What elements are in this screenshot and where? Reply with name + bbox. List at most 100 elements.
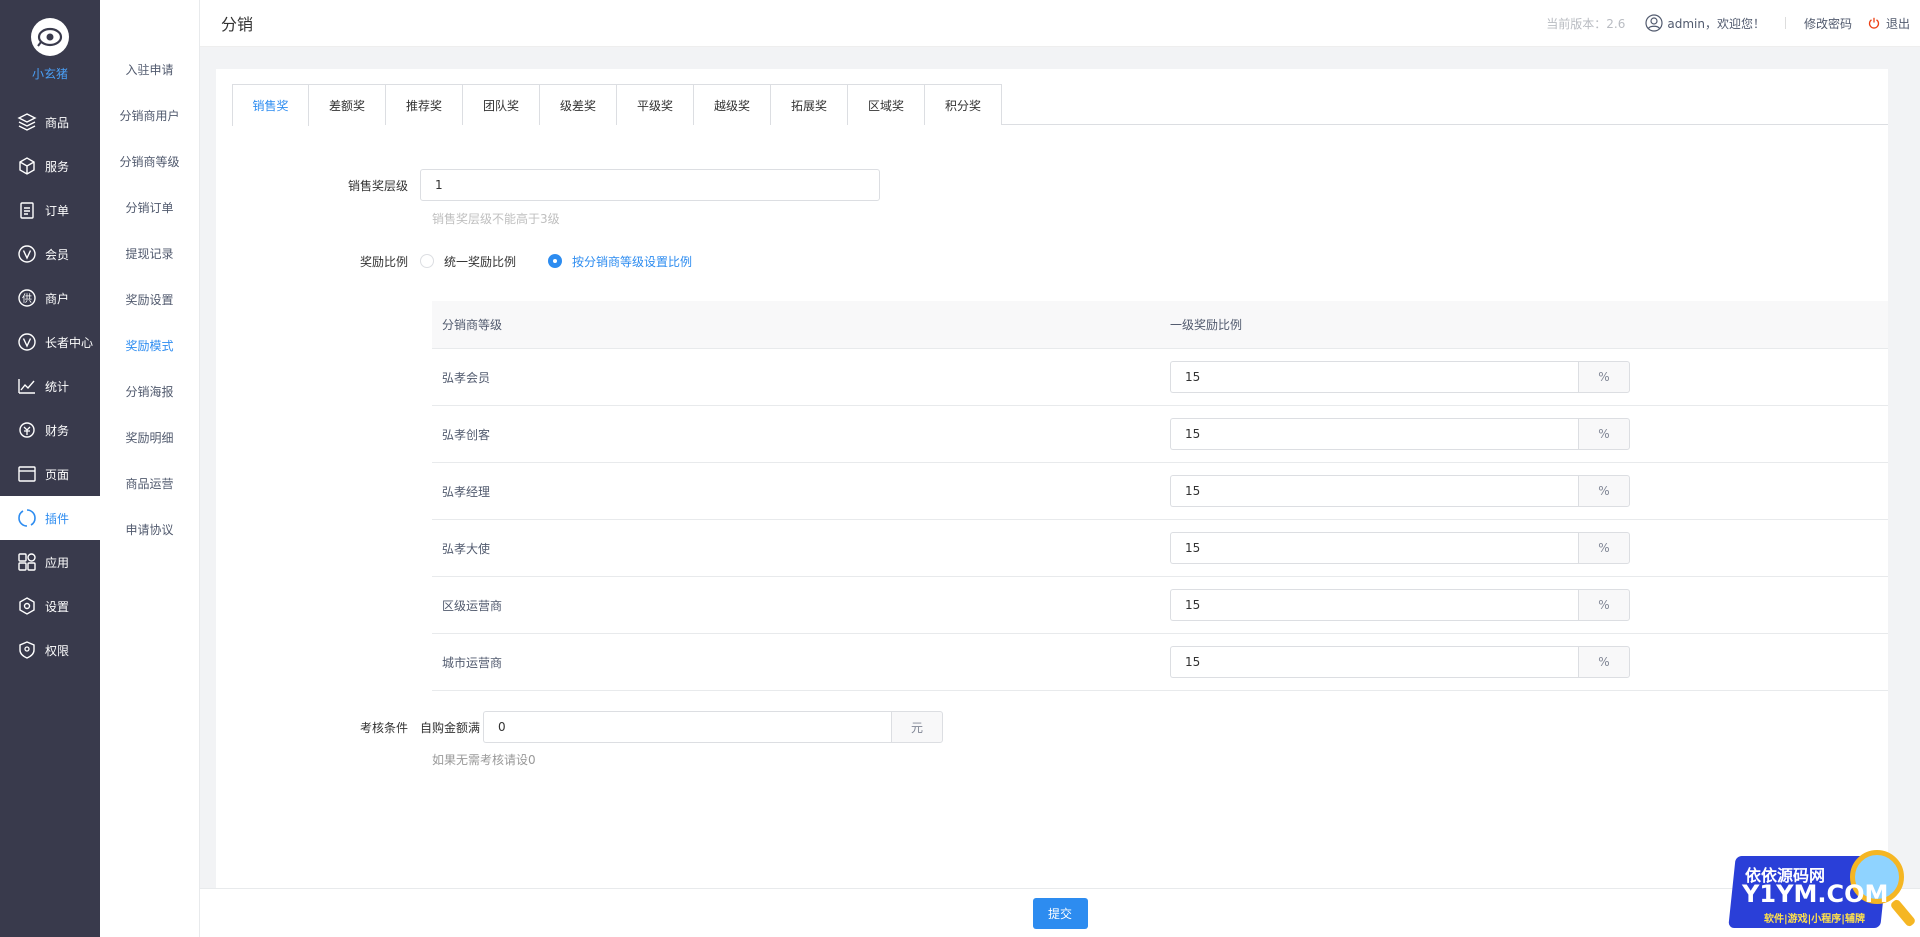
level-input[interactable]: 1 (420, 169, 880, 201)
ratio-input[interactable]: 15 (1170, 646, 1578, 678)
submenu-item[interactable]: 分销商等级 (100, 138, 199, 184)
ratio-input[interactable]: 15 (1170, 361, 1578, 393)
sidebar-item[interactable]: 会员 (0, 232, 100, 276)
submit-button[interactable]: 提交 (1032, 897, 1088, 929)
level-name: 弘孝经理 (442, 484, 491, 499)
ratio-label: 奖励比例 (359, 254, 408, 269)
ratio-input[interactable]: 15 (1170, 475, 1578, 507)
radio-dot-icon (548, 254, 563, 268)
submenu-item[interactable]: 提现记录 (100, 230, 199, 276)
sidebar-item-label: 权限 (45, 643, 70, 658)
change-password-link[interactable]: 修改密码 (1804, 15, 1852, 32)
tab[interactable]: 拓展奖 (771, 84, 848, 125)
submenu-item[interactable]: 入驻申请 (100, 46, 199, 92)
level-name: 弘孝创客 (442, 427, 491, 442)
table-row: 弘孝大使 15% (432, 520, 1888, 577)
ratio-radio[interactable]: 统一奖励比例 (420, 253, 516, 270)
footer-bar: 提交 (200, 888, 1920, 937)
sidebar-item[interactable]: 服务 (0, 144, 100, 188)
radio-dot-icon (420, 254, 434, 268)
sidebar-item-label: 设置 (45, 599, 70, 614)
sidebar-item-label: 商户 (45, 291, 70, 306)
sidebar-item[interactable]: 统计 (0, 364, 100, 408)
tab[interactable]: 平级奖 (617, 84, 694, 125)
table-row: 区级运营商 15% (432, 577, 1888, 634)
ratio-input[interactable]: 15 (1170, 418, 1578, 450)
ratio-input[interactable]: 15 (1170, 532, 1578, 564)
sidebar-item[interactable]: 供商户 (0, 276, 100, 320)
logo[interactable]: 小玄猪 (0, 0, 100, 100)
tab[interactable]: 积分奖 (925, 84, 1002, 125)
ratio-input[interactable]: 15 (1170, 589, 1578, 621)
plugin-icon (16, 507, 38, 529)
watermark: 依依源码网 Y1YM.COM 软件|游戏|小程序|辅牌 (1712, 844, 1917, 937)
submenu-item[interactable]: 分销商用户 (100, 92, 199, 138)
sidebar-item[interactable]: 长者中心 (0, 320, 100, 364)
user-menu[interactable]: admin，欢迎您！ (1645, 14, 1765, 32)
table-header: 分销商等级 一级奖励比例 (432, 301, 1888, 349)
percent-unit: % (1578, 361, 1630, 393)
sidebar-item[interactable]: 商品 (0, 100, 100, 144)
tab[interactable]: 销售奖 (232, 84, 309, 126)
tab[interactable]: 推荐奖 (386, 84, 463, 125)
level-hint: 销售奖层级不能高于3级 (432, 212, 560, 226)
assess-hint: 如果无需考核请设0 (432, 753, 536, 767)
sidebar-item-label: 订单 (45, 203, 70, 218)
sidebar-item[interactable]: 设置 (0, 584, 100, 628)
box-icon (16, 155, 38, 177)
reward-tabs: 销售奖 差额奖 推荐奖 团队奖 级差奖 平级奖 越级奖 拓展奖 区域奖 积分奖 (232, 84, 1888, 126)
power-icon (1868, 17, 1880, 29)
divider (1784, 17, 1786, 29)
sidebar-item[interactable]: 权限 (0, 628, 100, 672)
table-row: 弘孝会员 15% (432, 349, 1888, 406)
ratio-radio[interactable]: 按分销商等级设置比例 (548, 253, 692, 270)
sidebar-item-label: 插件 (45, 511, 70, 526)
percent-unit: % (1578, 532, 1630, 564)
tab[interactable]: 区域奖 (848, 84, 925, 125)
percent-unit: % (1578, 418, 1630, 450)
submenu-item[interactable]: 奖励模式 (100, 322, 199, 368)
level-name: 弘孝大使 (442, 541, 491, 556)
tab[interactable]: 级差奖 (540, 84, 617, 125)
settings-icon (16, 595, 38, 617)
radio-label: 按分销商等级设置比例 (572, 254, 693, 269)
assess-input[interactable]: 0 (483, 711, 892, 743)
sidebar-item[interactable]: 应用 (0, 540, 100, 584)
supply-circle-icon: 供 (16, 287, 38, 309)
submenu-item[interactable]: 商品运营 (100, 460, 199, 506)
submenu-item[interactable]: 奖励明细 (100, 414, 199, 460)
assess-label: 考核条件 (359, 720, 408, 735)
tab[interactable]: 团队奖 (463, 84, 540, 125)
shield-icon (16, 639, 38, 661)
sidebar-item[interactable]: 页面 (0, 452, 100, 496)
sidebar-item[interactable]: 订单 (0, 188, 100, 232)
sidebar-item-label: 商品 (45, 115, 70, 130)
header-level: 分销商等级 (442, 318, 503, 332)
tab[interactable]: 差额奖 (309, 84, 386, 125)
logout-button[interactable]: 退出 (1868, 15, 1910, 32)
sidebar-item-label: 统计 (45, 379, 70, 394)
submenu-item[interactable]: 分销海报 (100, 368, 199, 414)
finance-icon (16, 419, 38, 441)
submenu-item[interactable]: 分销订单 (100, 184, 199, 230)
table-row: 弘孝创客 15% (432, 406, 1888, 463)
sidebar-item-label: 服务 (45, 159, 70, 174)
sidebar-item-label: 页面 (45, 467, 70, 482)
logo-text: 小玄猪 (31, 67, 68, 81)
ratio-row: 奖励比例 统一奖励比例 按分销商等级设置比例 (216, 251, 724, 271)
assess-unit: 元 (891, 711, 944, 743)
assess-prefix: 自购金额满 (420, 720, 481, 735)
submenu-item[interactable]: 申请协议 (100, 506, 199, 552)
tab[interactable]: 越级奖 (694, 84, 771, 125)
sidebar-item[interactable]: 财务 (0, 408, 100, 452)
clipboard-icon (16, 199, 38, 221)
sidebar-item-label: 应用 (45, 555, 70, 570)
version-text: 当前版本：2.6 (1546, 16, 1626, 31)
submenu-item[interactable]: 奖励设置 (100, 276, 199, 322)
ratio-table: 分销商等级 一级奖励比例 弘孝会员 15% 弘孝创客 15% 弘孝经理 15% 弘孝大使 15… (432, 301, 1888, 691)
level-label: 销售奖层级 (347, 178, 408, 193)
sidebar-item[interactable]: 插件 (0, 496, 100, 540)
level-name: 区级运营商 (442, 598, 503, 613)
sidebar-item-label: 会员 (45, 247, 70, 262)
percent-unit: % (1578, 475, 1630, 507)
